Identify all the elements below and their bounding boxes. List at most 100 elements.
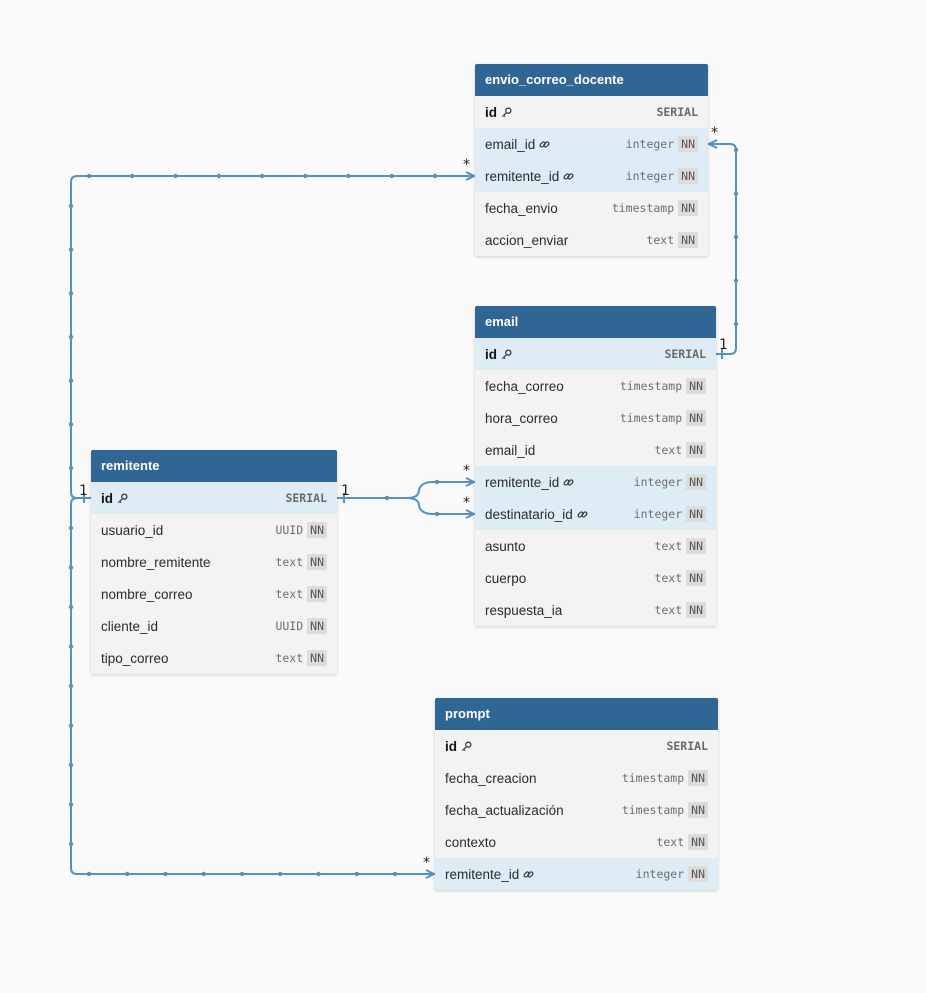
field-name: nombre_remitente (101, 555, 275, 570)
connector-prompt-remitente-id-to-remitente-id-handle (392, 871, 398, 877)
field-row-hora-correo[interactable]: hora_correo timestamp NN (475, 402, 716, 434)
connector-envio-correo-docente-remitente-id-to-remitente-id-handle (68, 291, 74, 296)
field-row-remitente-id[interactable]: remitente_id integer NN (435, 858, 718, 890)
connector-prompt-remitente-id-to-remitente-id-handle (278, 871, 283, 877)
table-title[interactable]: envio_correo_docente (475, 64, 708, 96)
key-icon (117, 493, 128, 504)
field-name-text: fecha_envio (485, 200, 558, 216)
connector-prompt-remitente-id-to-remitente-id-handle (68, 762, 74, 768)
connector-prompt-remitente-id-to-remitente-id-handle (86, 871, 92, 877)
field-name-text: usuario_id (101, 522, 164, 538)
table-remitente[interactable]: remitente id SERIAL usuario_id UUID NN nombre_… (91, 450, 337, 674)
field-name-text: accion_enviar (485, 232, 569, 248)
connector-envio-correo-docente-remitente-id-to-remitente-id-handle (303, 173, 308, 179)
field-name: contexto (445, 835, 656, 850)
field-row-id[interactable]: id SERIAL (475, 338, 716, 370)
field-type: text (275, 555, 304, 569)
field-row-contexto[interactable]: contexto text NN (435, 826, 718, 858)
field-name-text: cliente_id (101, 618, 159, 634)
field-type: SERIAL (664, 347, 706, 361)
table-email[interactable]: email id SERIAL fecha_correo timestamp NN hora… (475, 306, 716, 626)
not-null-badge: NN (686, 474, 706, 490)
connector-envio-correo-docente-remitente-id-to-remitente-id-handle (68, 378, 74, 383)
connector-envio-correo-docente-remitente-id-to-remitente-id-handle (259, 173, 265, 179)
field-row-destinatario-id[interactable]: destinatario_id integer NN (475, 498, 716, 530)
key-icon (501, 349, 512, 360)
field-row-tipo-correo[interactable]: tipo_correo text NN (91, 642, 337, 674)
field-row-fecha-envio[interactable]: fecha_envio timestamp NN (475, 192, 708, 224)
connector-envio-correo-docente-remitente-id-to-remitente-id-handle (389, 173, 394, 179)
field-name-text: respuesta_ia (485, 602, 563, 618)
field-row-respuesta-ia[interactable]: respuesta_ia text NN (475, 594, 716, 626)
table-title[interactable]: prompt (435, 698, 718, 730)
not-null-badge: NN (686, 602, 706, 618)
field-type: UUID (275, 619, 304, 633)
connector-envio-correo-docente-email-id-to-email-id-handle (733, 191, 739, 196)
field-row-email-id[interactable]: email_id text NN (475, 434, 716, 466)
field-type: SERIAL (666, 739, 708, 753)
connector-envio-correo-docente-email-id-to-email-id-handle (733, 234, 739, 240)
link-icon (523, 869, 534, 880)
field-name: remitente_id (445, 867, 636, 882)
cardinality-label: * (463, 157, 470, 173)
field-name: nombre_correo (101, 587, 275, 602)
field-row-id[interactable]: id SERIAL (475, 96, 708, 128)
connector-email-remitente-id-to-remitente-id-handle (434, 479, 440, 485)
field-name: fecha_envio (485, 201, 612, 216)
field-row-asunto[interactable]: asunto text NN (475, 530, 716, 562)
field-row-nombre-remitente[interactable]: nombre_remitente text NN (91, 546, 337, 578)
field-name: id (445, 739, 666, 754)
field-row-usuario-id[interactable]: usuario_id UUID NN (91, 514, 337, 546)
field-row-cuerpo[interactable]: cuerpo text NN (475, 562, 716, 594)
field-row-nombre-correo[interactable]: nombre_correo text NN (91, 578, 337, 610)
connector-prompt-remitente-id-to-remitente-id-handle (163, 871, 168, 877)
connector-envio-correo-docente-remitente-id-to-remitente-id-handle (68, 203, 74, 209)
not-null-badge: NN (688, 802, 708, 818)
field-type: text (654, 603, 683, 617)
field-row-cliente-id[interactable]: cliente_id UUID NN (91, 610, 337, 642)
table-title[interactable]: remitente (91, 450, 337, 482)
field-name-text: id (101, 490, 113, 506)
table-envio-correo-docente[interactable]: envio_correo_docente id SERIAL email_id inte… (475, 64, 708, 256)
field-row-remitente-id[interactable]: remitente_id integer NN (475, 466, 716, 498)
not-null-badge: NN (686, 538, 706, 554)
not-null-badge: NN (307, 554, 327, 570)
field-row-accion-enviar[interactable]: accion_enviar text NN (475, 224, 708, 256)
field-name-text: asunto (485, 538, 526, 554)
table-prompt[interactable]: prompt id SERIAL fecha_creacion timestamp NN f… (435, 698, 718, 890)
connector-prompt-remitente-id-to-remitente-id-handle (354, 871, 359, 877)
field-type: text (654, 539, 683, 553)
field-type: text (646, 233, 675, 247)
field-name-text: cuerpo (485, 570, 527, 586)
field-name-text: remitente_id (485, 168, 560, 184)
field-row-email-id[interactable]: email_id integer NN (475, 128, 708, 160)
connector-envio-correo-docente-remitente-id-to-remitente-id-handle (68, 465, 74, 471)
field-name: destinatario_id (485, 507, 634, 522)
connector-envio-correo-docente-remitente-id-to-remitente-id-handle (86, 173, 92, 179)
field-name: accion_enviar (485, 233, 646, 248)
connector-prompt-remitente-id-to-remitente-id-handle (68, 802, 74, 807)
field-row-id[interactable]: id SERIAL (91, 482, 337, 514)
field-row-fecha-correo[interactable]: fecha_correo timestamp NN (475, 370, 716, 402)
not-null-badge: NN (686, 378, 706, 394)
field-row-fecha-creacion[interactable]: fecha_creacion timestamp NN (435, 762, 718, 794)
field-row-fecha-actualizaci-n[interactable]: fecha_actualización timestamp NN (435, 794, 718, 826)
field-row-remitente-id[interactable]: remitente_id integer NN (475, 160, 708, 192)
field-name: tipo_correo (101, 651, 275, 666)
field-name-text: hora_correo (485, 410, 558, 426)
not-null-badge: NN (686, 506, 706, 522)
cardinality-label: 1 (79, 483, 88, 499)
field-name: respuesta_ia (485, 603, 654, 618)
cardinality-label: * (463, 495, 470, 511)
connector-prompt-remitente-id-to-remitente-id-handle (68, 683, 74, 689)
field-row-id[interactable]: id SERIAL (435, 730, 718, 762)
connector-prompt-remitente-id-to-remitente-id-handle (201, 871, 206, 877)
field-type: text (654, 443, 683, 457)
table-title[interactable]: email (475, 306, 716, 338)
link-icon (539, 139, 550, 150)
field-type: integer (625, 169, 675, 183)
field-name-text: contexto (445, 834, 497, 850)
field-type: integer (633, 507, 683, 521)
connector-email-remitente-id-to-remitente-id (337, 481, 475, 499)
field-name: usuario_id (101, 523, 275, 538)
